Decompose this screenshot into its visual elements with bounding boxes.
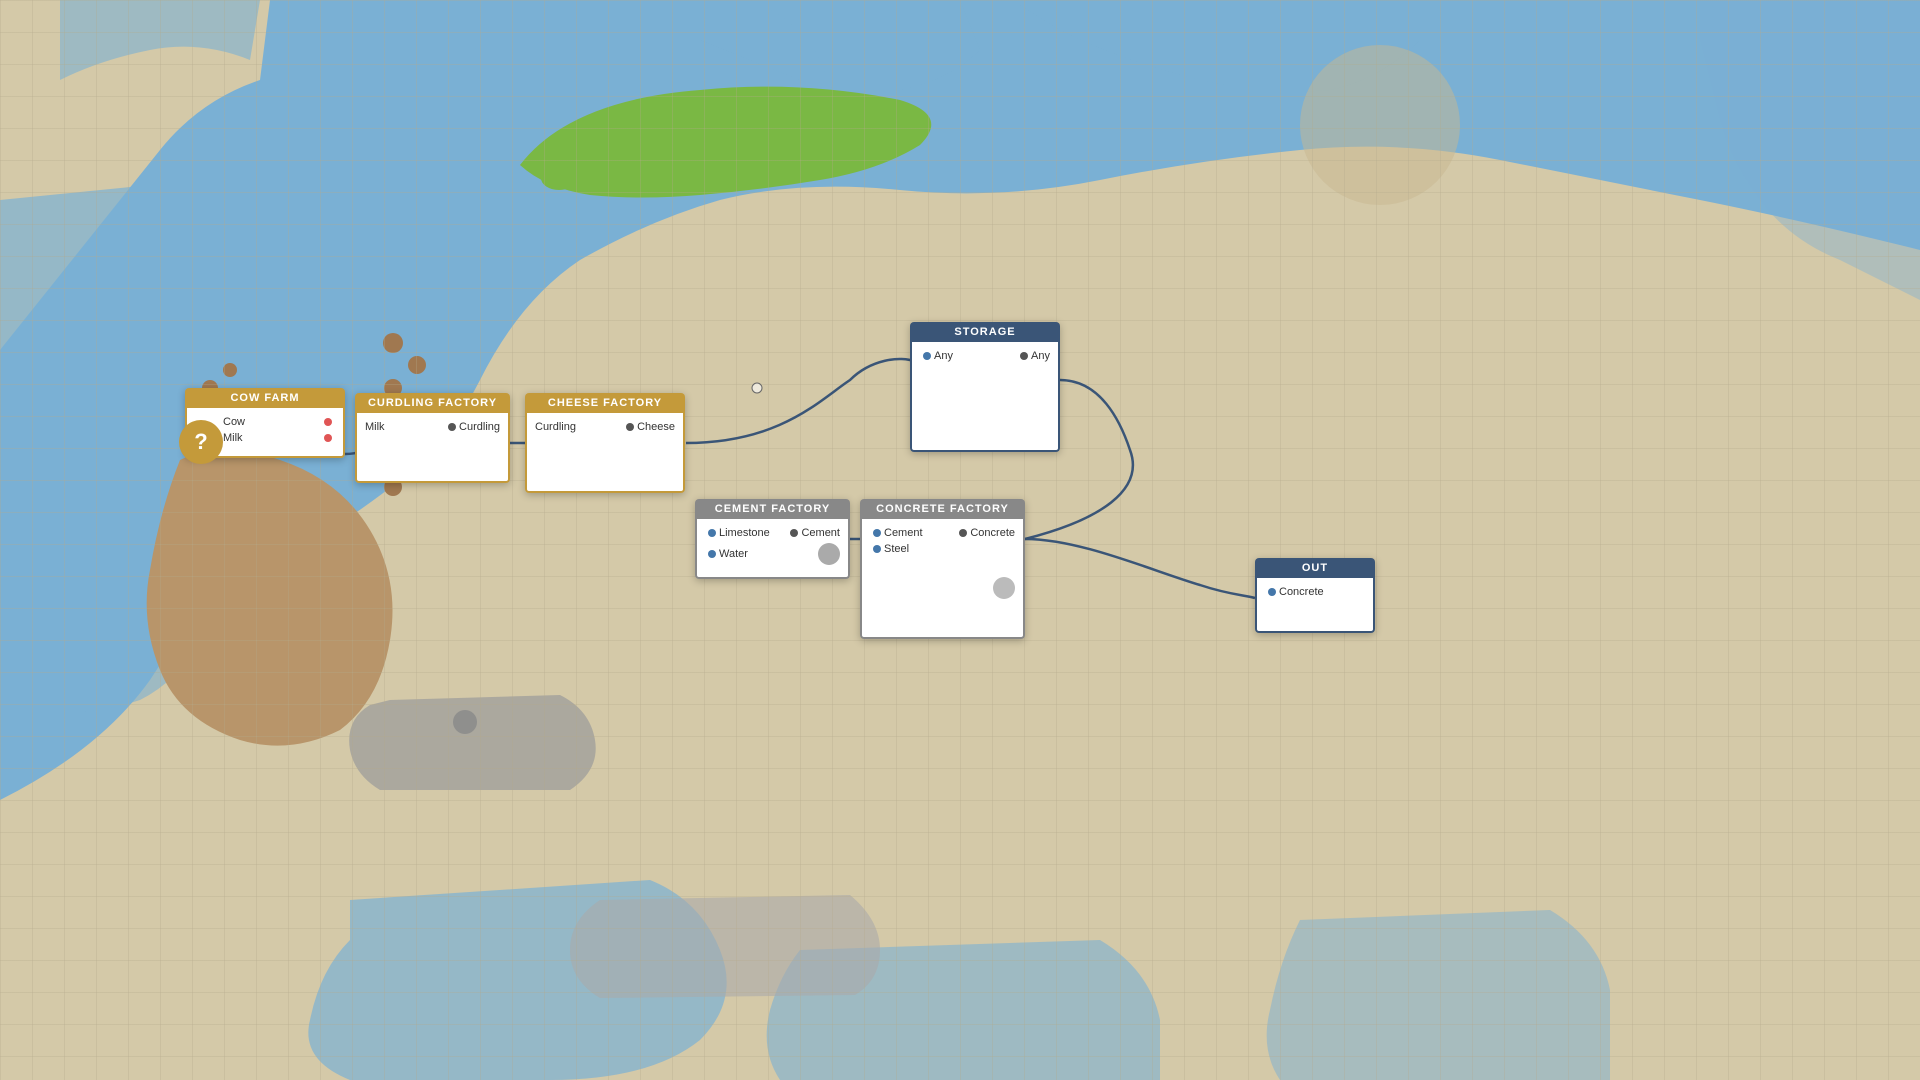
storage-body: Any Any (910, 342, 1060, 452)
concrete-factory-node[interactable]: CONCRETE FACTORY Cement Concrete Steel (860, 499, 1025, 639)
curdling-factory-node[interactable]: CURDLING FACTORY Milk Curdling (355, 393, 510, 483)
cement-limestone-row: Limestone Cement (705, 525, 840, 541)
cow-farm-header: COW FARM (185, 388, 345, 408)
cheese-factory-node[interactable]: CHEESE FACTORY Curdling Cheese (525, 393, 685, 493)
milk-in-label: Milk (365, 421, 385, 433)
milk-label: Milk (223, 432, 243, 444)
concrete-icon (993, 577, 1015, 599)
cement-in-label: Cement (884, 527, 923, 539)
cow-farm-milk-row: Milk (223, 430, 335, 446)
cow-farm-icon: ? (179, 420, 223, 464)
out-concrete-label: Concrete (1279, 586, 1324, 598)
storage-header: STORAGE (910, 322, 1060, 342)
cow-label: Cow (223, 416, 245, 428)
concrete-cement-row: Cement Concrete (870, 525, 1015, 541)
curdling-out-container: Curdling (445, 421, 500, 433)
water-port (708, 550, 716, 558)
curdling-out-label: Curdling (459, 421, 500, 433)
concrete-out-label: Concrete (970, 527, 1015, 539)
concrete-steel-row: Steel (870, 541, 1015, 557)
cement-out-port (790, 529, 798, 537)
cheese-factory-body: Curdling Cheese (525, 413, 685, 493)
cement-factory-header: CEMENT FACTORY (695, 499, 850, 519)
cheese-out-container: Cheese (623, 421, 675, 433)
cow-farm-body: ? Cow Milk (185, 408, 345, 458)
cow-farm-cow-row: Cow (223, 414, 335, 430)
curdling-factory-body: Milk Curdling (355, 413, 510, 483)
storage-any-out-label: Any (1031, 350, 1050, 362)
limestone-in-container: Limestone (705, 527, 770, 539)
concrete-out-container: Concrete (956, 527, 1015, 539)
steel-in-container: Steel (870, 543, 909, 555)
storage-node[interactable]: STORAGE Any Any (910, 322, 1060, 452)
storage-any-out-container: Any (1017, 350, 1050, 362)
water-icon (818, 543, 840, 565)
out-concrete-row: Concrete (1265, 584, 1365, 600)
cement-water-row: Water (705, 541, 840, 567)
storage-any-in-label: Any (934, 350, 953, 362)
steel-port (873, 545, 881, 553)
curdling-factory-row: Milk Curdling (365, 419, 500, 435)
curdling-out-port (448, 423, 456, 431)
cement-out-label: Cement (801, 527, 840, 539)
cement-in-container: Cement (870, 527, 923, 539)
cement-in-port (873, 529, 881, 537)
storage-out-port (1020, 352, 1028, 360)
cement-out-container: Cement (787, 527, 840, 539)
concrete-factory-header: CONCRETE FACTORY (860, 499, 1025, 519)
cheese-factory-row: Curdling Cheese (535, 419, 675, 435)
out-node-body: Concrete (1255, 578, 1375, 633)
concrete-factory-body: Cement Concrete Steel (860, 519, 1025, 639)
out-concrete-port (1268, 588, 1276, 596)
limestone-label: Limestone (719, 527, 770, 539)
steel-label: Steel (884, 543, 909, 555)
milk-port (324, 434, 332, 442)
concrete-out-port (959, 529, 967, 537)
out-concrete-in-container: Concrete (1265, 586, 1324, 598)
storage-row: Any Any (920, 348, 1050, 364)
limestone-port (708, 529, 716, 537)
cheese-out-label: Cheese (637, 421, 675, 433)
milk-in-port-container: Milk (365, 421, 385, 433)
cement-factory-node[interactable]: CEMENT FACTORY Limestone Cement Water (695, 499, 850, 579)
curdling-in-label: Curdling (535, 421, 576, 433)
cheese-factory-header: CHEESE FACTORY (525, 393, 685, 413)
out-node-header: OUT (1255, 558, 1375, 578)
water-in-container: Water (705, 548, 748, 560)
curdling-factory-header: CURDLING FACTORY (355, 393, 510, 413)
water-label: Water (719, 548, 748, 560)
cement-factory-body: Limestone Cement Water (695, 519, 850, 579)
cow-farm-node[interactable]: COW FARM ? Cow Milk (185, 388, 345, 458)
storage-in-port (923, 352, 931, 360)
cheese-out-port (626, 423, 634, 431)
cow-port (324, 418, 332, 426)
out-node[interactable]: OUT Concrete (1255, 558, 1375, 633)
storage-any-in-container: Any (920, 350, 953, 362)
